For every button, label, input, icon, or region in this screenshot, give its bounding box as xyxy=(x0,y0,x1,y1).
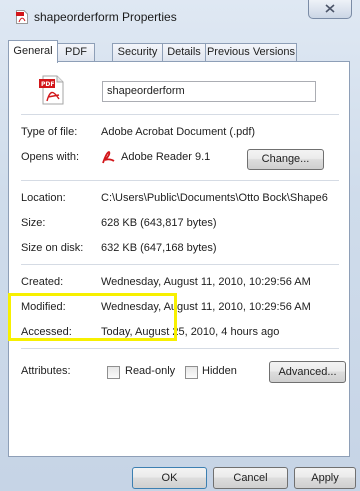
apply-button[interactable]: Apply xyxy=(294,467,356,489)
tab-security[interactable]: Security xyxy=(112,43,163,62)
close-button[interactable] xyxy=(308,0,352,19)
close-icon xyxy=(325,4,335,13)
size-on-disk-label: Size on disk: xyxy=(21,242,84,254)
separator xyxy=(21,264,339,265)
location-value: C:\Users\Public\Documents\Otto Bock\Shap… xyxy=(101,192,328,204)
opens-with-label: Opens with: xyxy=(21,151,80,163)
separator xyxy=(21,114,339,115)
separator xyxy=(21,180,339,181)
tab-details[interactable]: Details xyxy=(162,43,206,62)
hidden-checkbox[interactable] xyxy=(185,366,198,379)
cancel-button[interactable]: Cancel xyxy=(213,467,288,489)
file-name-field[interactable]: shapeorderform xyxy=(102,81,316,102)
size-value: 628 KB (643,817 bytes) xyxy=(101,217,217,229)
separator xyxy=(21,348,339,349)
created-label: Created: xyxy=(21,276,64,288)
ok-button[interactable]: OK xyxy=(132,467,207,489)
change-button[interactable]: Change... xyxy=(247,149,324,170)
adobe-reader-icon xyxy=(101,151,115,164)
tab-previous-versions[interactable]: Previous Versions xyxy=(205,43,297,62)
attributes-label: Attributes: xyxy=(21,365,71,377)
read-only-checkbox[interactable] xyxy=(107,366,120,379)
type-of-file-label: Type of file: xyxy=(21,126,78,138)
tab-pdf[interactable]: PDF xyxy=(57,43,95,62)
general-panel: PDF shapeorderform Type of file: Adobe A… xyxy=(8,61,350,457)
read-only-label[interactable]: Read-only xyxy=(125,365,175,377)
opens-with-value: Adobe Reader 9.1 xyxy=(121,151,211,163)
tab-strip: General PDF Security Details Previous Ve… xyxy=(8,40,358,63)
svg-text:PDF: PDF xyxy=(41,81,54,88)
window-title: shapeorderform Properties xyxy=(34,10,177,24)
hidden-label[interactable]: Hidden xyxy=(202,365,237,377)
location-label: Location: xyxy=(21,192,66,204)
properties-window: shapeorderform Properties General PDF Se… xyxy=(0,0,360,491)
title-bar: shapeorderform Properties xyxy=(0,0,360,34)
advanced-button[interactable]: Advanced... xyxy=(269,361,346,383)
size-label: Size: xyxy=(21,217,46,229)
pdf-file-icon xyxy=(16,10,28,24)
size-on-disk-value: 632 KB (647,168 bytes) xyxy=(101,242,217,254)
pdf-document-icon: PDF xyxy=(39,75,64,105)
tab-general[interactable]: General xyxy=(8,40,58,63)
type-of-file-value: Adobe Acrobat Document (.pdf) xyxy=(101,126,256,138)
created-value: Wednesday, August 11, 2010, 10:29:56 AM xyxy=(101,276,311,288)
attributes-highlight-box xyxy=(8,293,177,341)
